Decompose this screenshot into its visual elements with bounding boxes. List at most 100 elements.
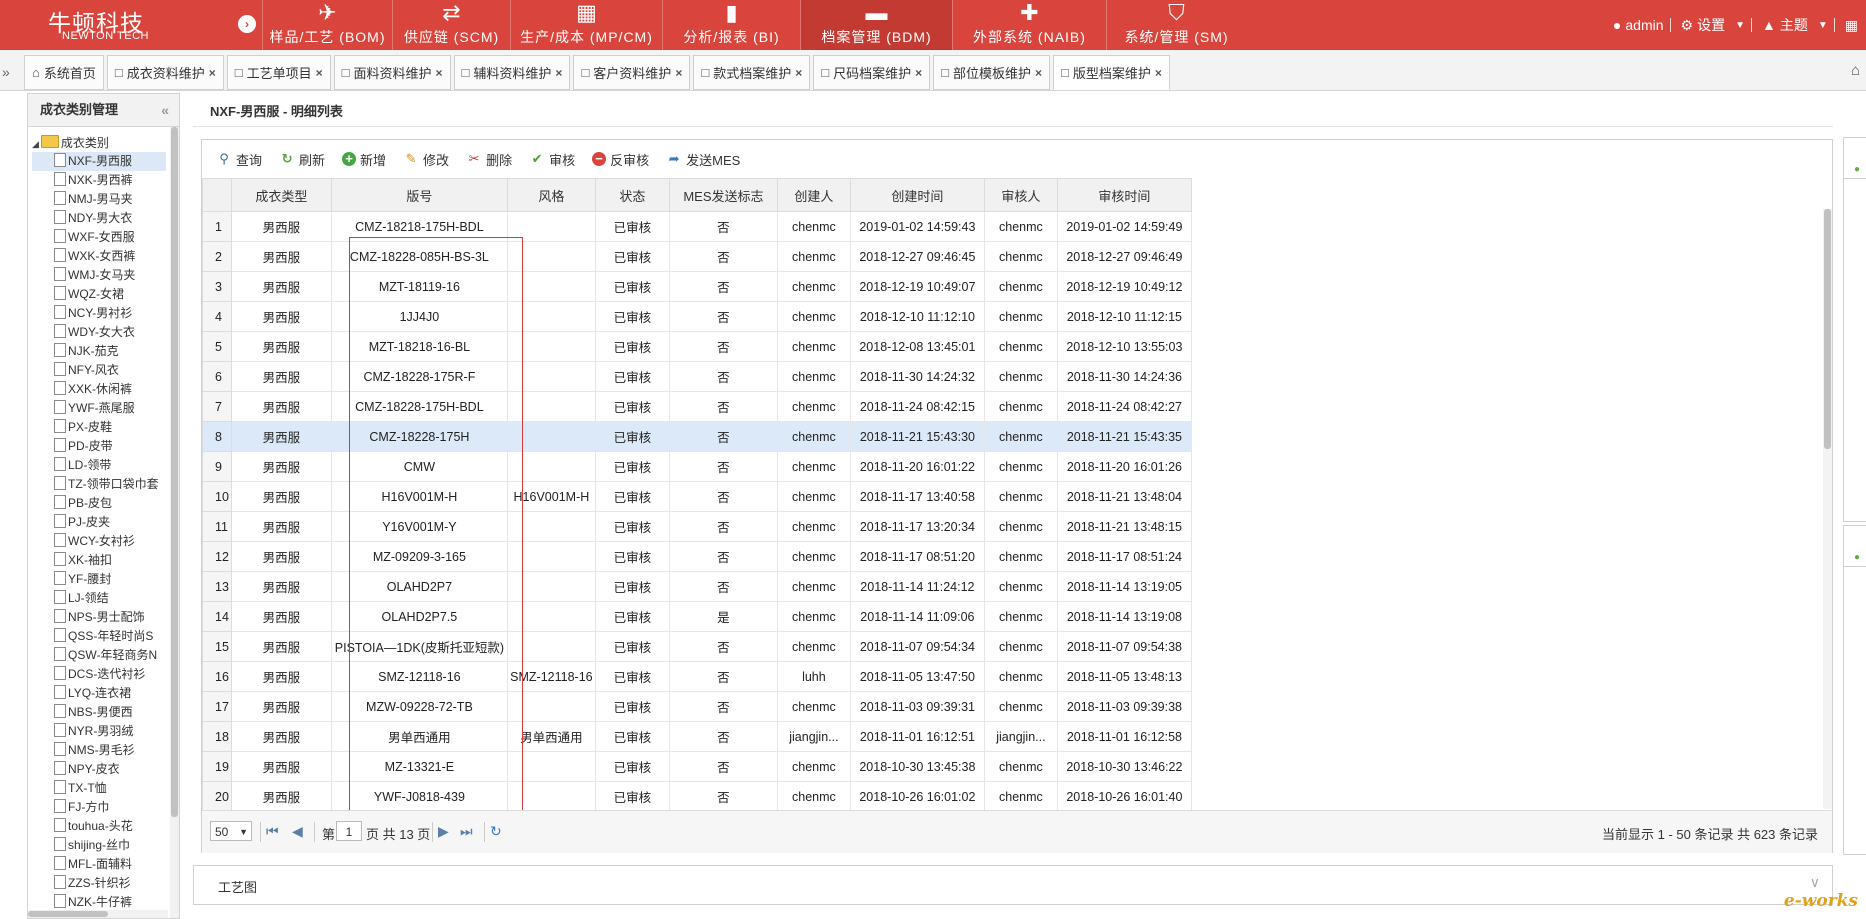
tree-item[interactable]: QSW-年轻商务N [32,646,166,665]
edit-button[interactable]: ✎ 修改 [403,150,449,169]
tab-1[interactable]: □ 成衣资料维护 × [106,55,224,90]
tree-item[interactable]: XXK-休闲裤 [32,380,166,399]
close-icon[interactable]: × [316,66,323,80]
table-row[interactable]: 3 男西服 MZT-18119-16 已审核否 chenmc 2018-12-19 10:… [202,271,1192,302]
double-chevron-right-icon[interactable]: » [2,64,10,80]
expand-arrow-icon[interactable]: ◢ [32,139,39,149]
table-row[interactable]: 1 男西服 CMZ-18218-175H-BDL 已审核否 chenmc 2019-01-… [202,211,1192,242]
table-row[interactable]: 17 男西服 MZW-09228-72-TB 已审核否 chenmc 2018-11-03… [202,691,1192,722]
table-row[interactable]: 14 男西服 OLAHD2P7.5 已审核是 chenmc 2018-11-14 11:0… [202,601,1192,632]
tree-item[interactable]: NPY-皮衣 [32,760,166,779]
close-icon[interactable]: × [1155,66,1162,80]
tree-item[interactable]: YF-腰封 [32,570,166,589]
tree-item[interactable]: NXF-男西服 [32,152,166,171]
module-calendar[interactable]: ▦ 生产/成本 (MP/CM) [510,0,662,50]
prev-page-icon[interactable]: ◀ [292,823,303,840]
tab-9[interactable]: □ 版型档案维护 × [1053,55,1170,90]
tree-item[interactable]: FJ-方巾 [32,798,166,817]
tree-item[interactable]: WDY-女大衣 [32,323,166,342]
tree-item[interactable]: NCY-男衬衫 [32,304,166,323]
tree-item[interactable]: DCS-迭代衬衫 [32,665,166,684]
tree-item[interactable]: YWF-燕尾服 [32,399,166,418]
column-header[interactable]: 创建时间 [849,178,985,212]
column-header[interactable]: 成衣类型 [230,178,332,212]
tree-item[interactable]: WCY-女衬衫 [32,532,166,551]
table-row[interactable]: 20 男西服 YWF-J0818-439 已审核否 chenmc 2018-10-26 1… [202,781,1192,810]
table-row[interactable]: 19 男西服 MZ-13321-E 已审核否 chenmc 2018-10-30 13:4… [202,751,1192,782]
tree-root[interactable]: ◢ 成衣类别 [32,134,166,152]
tree-item[interactable]: NBS-男便西 [32,703,166,722]
tab-8[interactable]: □ 部位模板维护 × [933,55,1050,90]
close-icon[interactable]: × [795,66,802,80]
table-row[interactable]: 8 男西服 CMZ-18228-175H 已审核否 chenmc 2018-11-21 1… [202,421,1192,452]
table-row[interactable]: 13 男西服 OLAHD2P7 已审核否 chenmc 2018-11-14 11:24:… [202,571,1192,602]
tree-item[interactable]: NYR-男羽绒 [32,722,166,741]
tree-item[interactable]: PD-皮带 [32,437,166,456]
next-page-icon[interactable]: ▶ [438,823,449,840]
table-row[interactable]: 6 男西服 CMZ-18228-175R-F 已审核否 chenmc 2018-11-30… [202,361,1192,392]
tree-item[interactable]: ZZS-针织衫 [32,874,166,893]
current-page-input[interactable]: 1 [336,821,362,841]
tree-item[interactable]: QSS-年轻时尚S [32,627,166,646]
tree-item[interactable]: NFY-风衣 [32,361,166,380]
close-icon[interactable]: × [1035,66,1042,80]
tree-item[interactable]: WXK-女西裤 [32,247,166,266]
home-icon[interactable]: ⌂ [1851,62,1860,79]
close-icon[interactable]: × [209,66,216,80]
scrollbar-thumb[interactable] [28,911,108,917]
module-paper-plane[interactable]: ✈ 样品/工艺 (BOM) [262,0,392,50]
tree-item[interactable]: MFL-面辅料 [32,855,166,874]
column-header[interactable]: 风格 [506,178,596,212]
reload-icon[interactable]: ↻ [490,823,502,840]
tree-item[interactable]: NJK-茄克 [32,342,166,361]
column-header[interactable]: 版号 [330,178,508,212]
close-icon[interactable]: × [915,66,922,80]
fullscreen-button[interactable]: ▦ [1845,17,1858,34]
module-shield[interactable]: ⛉ 系统/管理 (SM) [1106,0,1246,50]
table-row[interactable]: 7 男西服 CMZ-18228-175H-BDL 已审核否 chenmc 2018-11-… [202,391,1192,422]
left-vertical-scrollbar[interactable] [170,127,179,918]
module-folder[interactable]: ▬ 档案管理 (BDM) [800,0,952,50]
tree-item[interactable]: shijing-丝巾 [32,836,166,855]
last-page-icon[interactable]: ⏭ [460,823,473,840]
table-row[interactable]: 2 男西服 CMZ-18228-085H-BS-3L 已审核否 chenmc 2018-1… [202,241,1192,272]
collapse-left-icon[interactable]: « [161,94,169,126]
theme-menu[interactable]: ▲ 主题 ▼ [1762,15,1828,35]
tree-item[interactable]: TZ-领带口袋巾套 [32,475,166,494]
tab-7[interactable]: □ 尺码档案维护 × [813,55,931,90]
table-row[interactable]: 9 男西服 CMW 已审核否 chenmc 2018-11-20 16:01:22 chen… [202,451,1192,482]
menu-toggle-icon[interactable]: › [238,15,256,33]
expand-icon[interactable]: ∨ [1810,874,1820,891]
column-header[interactable]: 创建人 [776,178,851,212]
tree-item[interactable]: WMJ-女马夹 [32,266,166,285]
table-row[interactable]: 15 男西服 PISTOIA—1DK(皮斯托亚短款) 已审核否 chenmc 2018-1… [202,631,1192,662]
close-icon[interactable]: × [555,66,562,80]
tree-item[interactable]: WQZ-女裙 [32,285,166,304]
column-header[interactable]: 审核时间 [1056,178,1192,212]
tab-6[interactable]: □ 款式档案维护 × [693,55,811,90]
tab-5[interactable]: □ 客户资料维护 × [573,55,691,90]
tree-item[interactable]: LYQ-连衣裙 [32,684,166,703]
tree-item[interactable]: WXF-女西服 [32,228,166,247]
tab-0[interactable]: ⌂ 系统首页 [24,55,104,90]
close-icon[interactable]: × [675,66,682,80]
module-exchange[interactable]: ⇄ 供应链 (SCM) [392,0,510,50]
tab-4[interactable]: □ 辅料资料维护 × [453,55,571,90]
tab-3[interactable]: □ 面料资料维护 × [333,55,451,90]
scrollbar-thumb[interactable] [171,127,178,817]
left-horizontal-scrollbar[interactable] [28,910,168,918]
tree-item[interactable]: touhua-头花 [32,817,166,836]
scrollbar-thumb[interactable] [1824,209,1831,449]
column-header[interactable] [202,178,232,212]
module-puzzle[interactable]: ✚ 外部系统 (NAIB) [952,0,1106,50]
column-header[interactable]: MES发送标志 [668,178,778,212]
first-page-icon[interactable]: ⏮ [266,823,279,840]
refresh-button[interactable]: ↻ 刷新 [279,150,325,169]
table-row[interactable]: 12 男西服 MZ-09209-3-165 已审核否 chenmc 2018-11-17 … [202,541,1192,572]
column-header[interactable]: 状态 [594,178,670,212]
brand-logo[interactable]: 牛顿科技 NEWTON TECH [0,0,228,50]
tree-item[interactable]: LD-领带 [32,456,166,475]
tree-item[interactable]: NPS-男士配饰 [32,608,166,627]
tab-2[interactable]: □ 工艺单项目 × [226,55,331,90]
table-row[interactable]: 18 男西服 男单西通用 男单西通用 已审核否 jiangjin... 2018-11-01… [202,721,1192,752]
